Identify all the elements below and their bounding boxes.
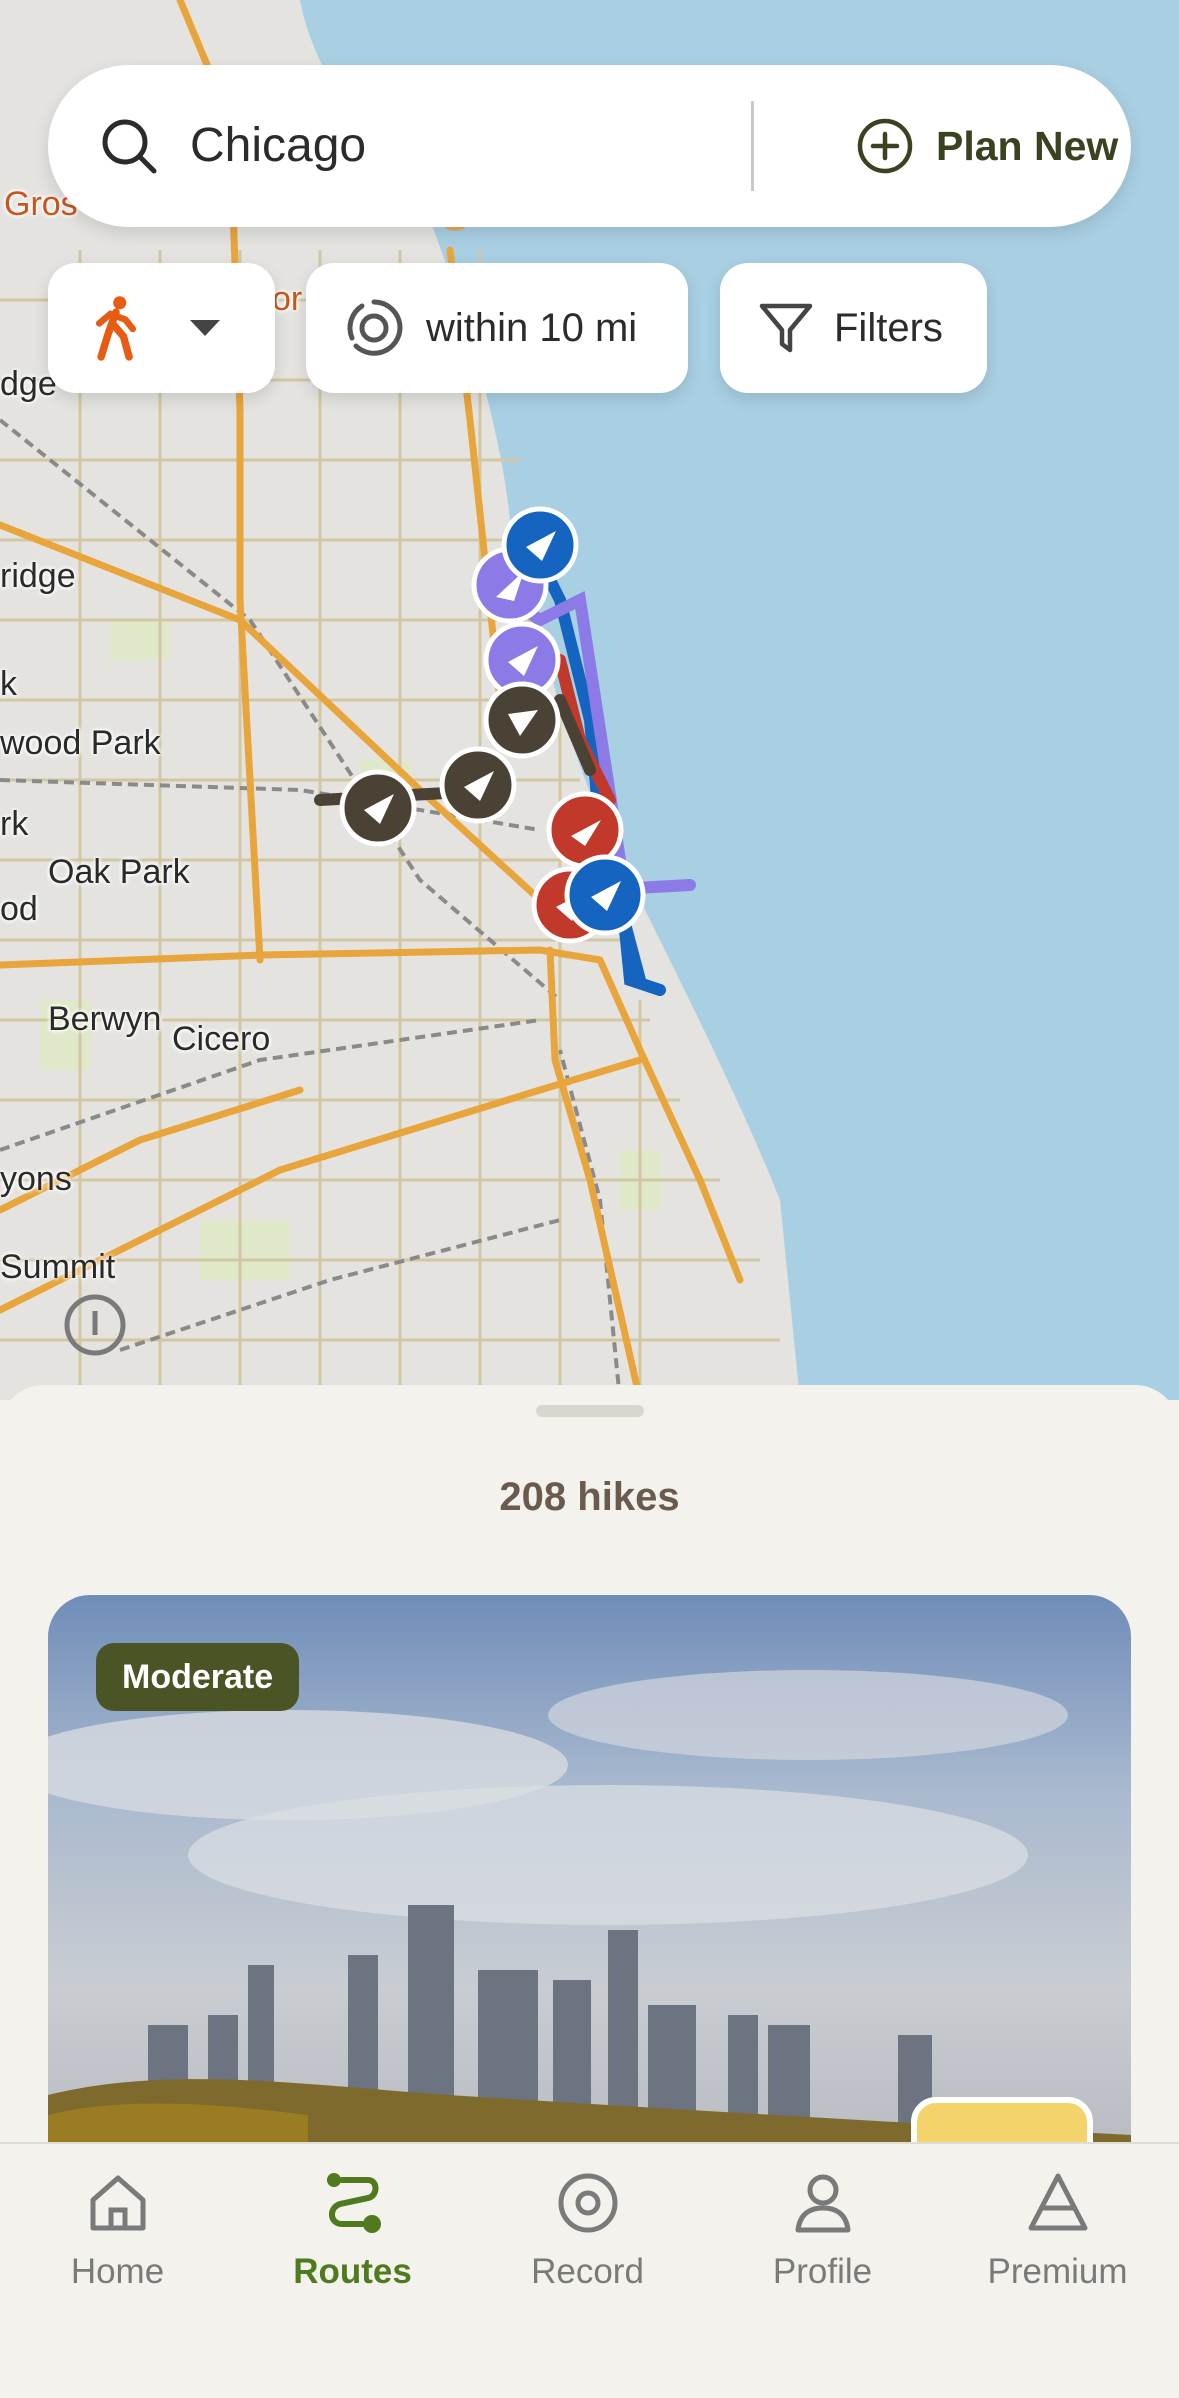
bottom-navigation: Home Routes Record Profile Premium	[0, 2142, 1179, 2398]
nav-item-premium[interactable]: Premium	[940, 2166, 1175, 2336]
nav-label-routes: Routes	[293, 2252, 412, 2291]
map-label: ridge	[0, 557, 76, 595]
filters-button[interactable]: Filters	[720, 263, 987, 393]
record-icon	[558, 2173, 617, 2233]
radius-label: within 10 mi	[426, 305, 638, 350]
map-label: Cicero	[172, 1020, 271, 1058]
sheet-drag-handle[interactable]	[536, 1405, 644, 1417]
nav-label-profile: Profile	[772, 2252, 873, 2291]
plan-new-button[interactable]: Plan New	[788, 65, 1131, 227]
nav-item-routes[interactable]: Routes	[235, 2166, 470, 2336]
walking-person-icon	[95, 296, 137, 361]
search-icon	[102, 119, 157, 174]
map-label: wood Park	[0, 724, 161, 762]
radius-icon	[347, 299, 403, 356]
search-divider	[751, 101, 754, 191]
nav-label-premium: Premium	[987, 2252, 1128, 2291]
map-label: yons	[0, 1160, 72, 1198]
routes-icon	[326, 2173, 381, 2233]
map-label: Summit	[0, 1248, 116, 1286]
plus-circle-icon	[857, 118, 913, 174]
activity-type-dropdown[interactable]	[48, 263, 275, 393]
filter-funnel-icon	[759, 303, 813, 353]
nav-item-profile[interactable]: Profile	[705, 2166, 940, 2336]
search-input[interactable]: Chicago	[190, 65, 366, 227]
nav-label-home: Home	[70, 2252, 165, 2291]
map-label: or	[272, 280, 303, 318]
map-label: Oak Park	[48, 853, 190, 891]
chevron-down-icon	[190, 320, 220, 336]
nav-item-home[interactable]: Home	[0, 2166, 235, 2336]
nav-label-record: Record	[531, 2252, 644, 2291]
hike-card[interactable]: Moderate	[48, 1595, 1131, 2155]
difficulty-badge: Moderate	[96, 1643, 300, 1711]
plan-new-label: Plan New	[936, 122, 1119, 169]
hikes-count: 208 hikes	[499, 1475, 680, 1519]
map-label: rk	[0, 805, 29, 843]
home-icon	[90, 2175, 145, 2231]
search-bar: Chicago Plan New	[48, 65, 1131, 227]
profile-icon	[795, 2174, 850, 2233]
radius-filter-chip[interactable]: within 10 mi	[306, 263, 688, 393]
nav-item-record[interactable]: Record	[470, 2166, 705, 2336]
map-label: Berwyn	[48, 1000, 162, 1038]
map-label: k	[0, 665, 17, 703]
premium-icon	[1028, 2173, 1087, 2231]
filters-label: Filters	[834, 305, 943, 350]
map-label: od	[0, 890, 38, 928]
